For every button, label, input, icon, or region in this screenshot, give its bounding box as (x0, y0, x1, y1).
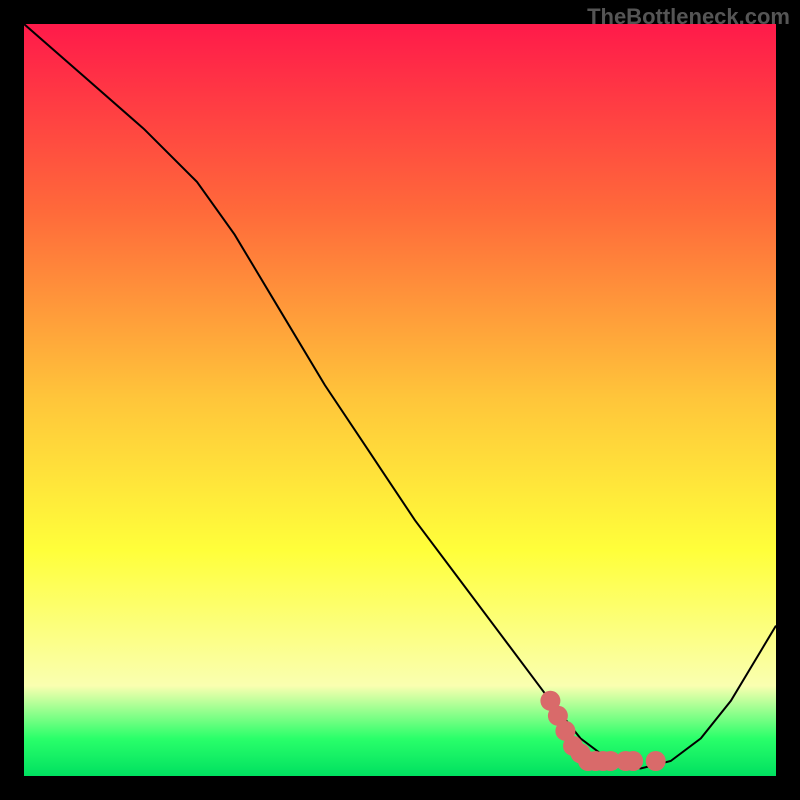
watermark-text: TheBottleneck.com (587, 4, 790, 30)
highlight-point (623, 751, 643, 771)
chart-background-gradient (24, 24, 776, 776)
highlight-point (646, 751, 666, 771)
bottleneck-chart (24, 24, 776, 776)
